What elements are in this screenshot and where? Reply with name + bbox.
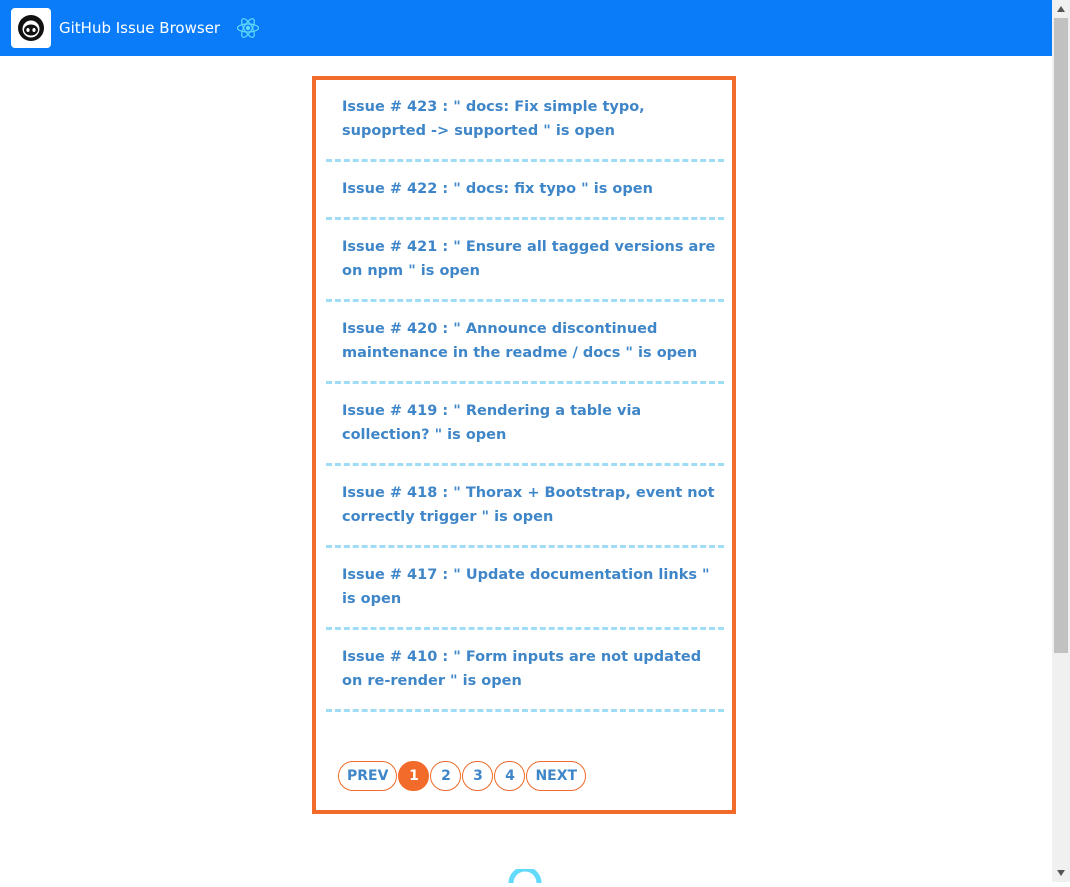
page-button-2[interactable]: 2 [430, 761, 462, 791]
issue-item[interactable]: Issue # 423 : " docs: Fix simple typo, s… [326, 80, 724, 162]
issue-item[interactable]: Issue # 422 : " docs: fix typo " is open [326, 162, 724, 220]
issues-panel: Issue # 423 : " docs: Fix simple typo, s… [312, 76, 736, 814]
page-button-3[interactable]: 3 [462, 761, 494, 791]
issue-item[interactable]: Issue # 420 : " Announce discontinued ma… [326, 302, 724, 384]
issue-list: Issue # 423 : " docs: Fix simple typo, s… [316, 80, 732, 712]
issue-item[interactable]: Issue # 417 : " Update documentation lin… [326, 548, 724, 630]
react-atom-icon [236, 16, 260, 40]
app-title[interactable]: GitHub Issue Browser [59, 19, 220, 37]
pagination: PREV 1 2 3 4 NEXT [338, 761, 587, 791]
top-navbar: GitHub Issue Browser [0, 0, 1052, 56]
scroll-up-arrow-icon[interactable] [1052, 0, 1070, 18]
scroll-down-arrow-icon[interactable] [1052, 864, 1070, 882]
prev-page-button[interactable]: PREV [338, 761, 398, 791]
scrollbar-thumb[interactable] [1054, 18, 1068, 653]
spinner-icon [505, 866, 545, 887]
issue-item[interactable]: Issue # 418 : " Thorax + Bootstrap, even… [326, 466, 724, 548]
page-button-1[interactable]: 1 [398, 761, 430, 791]
next-page-button[interactable]: NEXT [526, 761, 587, 791]
issue-item[interactable]: Issue # 419 : " Rendering a table via co… [326, 384, 724, 466]
issue-item[interactable]: Issue # 421 : " Ensure all tagged versio… [326, 220, 724, 302]
github-logo-icon[interactable] [11, 8, 51, 48]
vertical-scrollbar[interactable] [1052, 0, 1070, 882]
issue-item[interactable]: Issue # 410 : " Form inputs are not upda… [326, 630, 724, 712]
page-button-4[interactable]: 4 [494, 761, 526, 791]
